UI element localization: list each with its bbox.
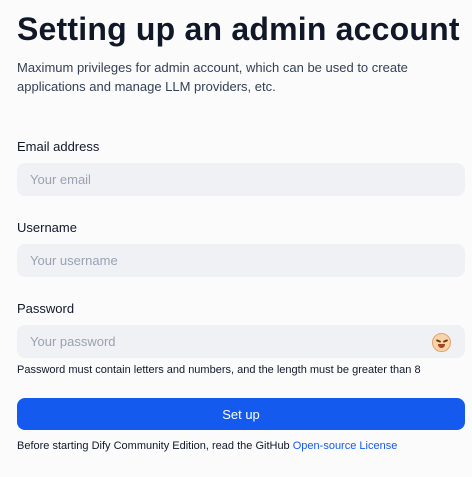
license-link[interactable]: Open-source License [293,440,398,452]
password-label: Password [17,301,75,316]
emoji-face-icon[interactable] [432,333,451,352]
emoji-mouth [438,344,445,348]
email-label: Email address [17,139,100,154]
emoji-eye-left [435,339,442,343]
emoji-eye-right [442,339,449,343]
password-hint: Password must contain letters and number… [17,364,421,376]
username-field[interactable] [17,244,465,277]
page-subtitle: Maximum privileges for admin account, wh… [17,60,408,94]
footer-notice: Before starting Dify Community Edition, … [17,440,397,452]
admin-setup-page: Setting up an admin account Maximum priv… [0,0,472,477]
page-title: Setting up an admin account [17,11,460,47]
setup-button[interactable]: Set up [17,398,465,430]
username-label: Username [17,220,77,235]
password-field[interactable] [17,325,465,358]
email-field[interactable] [17,163,465,196]
footer-text: Before starting Dify Community Edition, … [17,440,290,452]
